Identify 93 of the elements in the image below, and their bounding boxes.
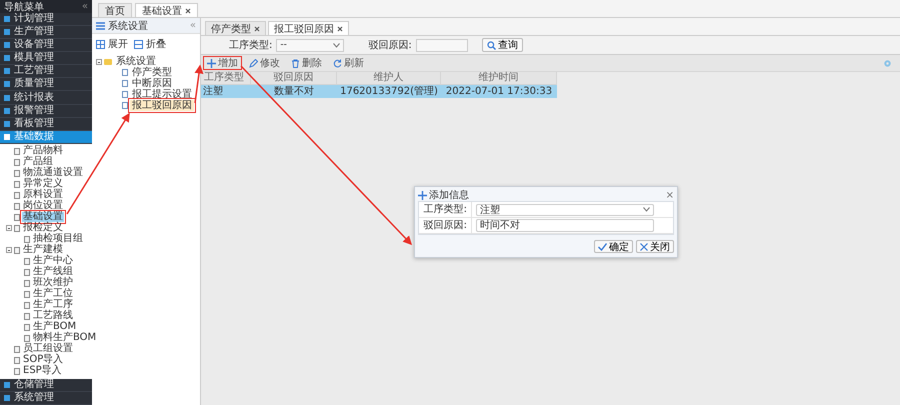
- column-header[interactable]: 维护时间: [441, 72, 557, 84]
- tab[interactable]: 报工驳回原因: [268, 21, 349, 35]
- field-label: 工序类型:: [229, 38, 272, 52]
- menu-item[interactable]: 报警管理: [0, 104, 92, 118]
- check-icon: [598, 242, 607, 250]
- dialog-title: 添加信息: [429, 188, 469, 202]
- tree-item[interactable]: 生产线组: [32, 267, 74, 278]
- menu-icon: [4, 94, 10, 100]
- column-header[interactable]: 工序类型: [201, 72, 251, 84]
- tree-item[interactable]: 生产中心: [32, 256, 74, 266]
- panel-title: 系统设置: [108, 20, 148, 32]
- tree-item[interactable]: SOP导入: [22, 355, 64, 366]
- confirm-button[interactable]: 确定: [594, 240, 633, 253]
- column-header[interactable]: 维护人: [337, 72, 441, 84]
- tree-item[interactable]: 生产建模: [22, 245, 64, 256]
- search-button[interactable]: 查询: [482, 38, 523, 52]
- close-icon[interactable]: [254, 26, 260, 32]
- table-cell-text: 17620133792(管理): [339, 85, 439, 98]
- add-button[interactable]: 增加: [203, 56, 242, 70]
- tree-item[interactable]: 报检定义: [22, 223, 64, 234]
- close-icon[interactable]: [337, 26, 343, 32]
- field-label: 工序类型:: [419, 202, 472, 217]
- tree-item[interactable]: 生产工序: [32, 300, 74, 310]
- close-button[interactable]: 关闭: [636, 240, 674, 253]
- input-field[interactable]: 时间不对: [476, 219, 654, 232]
- tree-item[interactable]: 中断原因: [130, 78, 174, 89]
- tree-item[interactable]: 生产BOM: [32, 322, 78, 332]
- column-header[interactable]: 驳回原因: [251, 72, 337, 84]
- folder-icon: [104, 58, 112, 64]
- sidebar-title: 导航菜单: [4, 0, 44, 12]
- tree-item[interactable]: 报工驳回原因: [130, 100, 194, 111]
- tree-item[interactable]: 原料设置: [22, 190, 64, 200]
- tree-item[interactable]: 系统设置: [114, 56, 158, 67]
- grid-icon: [134, 40, 143, 48]
- tree-item[interactable]: 异常定义: [22, 179, 64, 190]
- tree-item[interactable]: 员工组设置: [22, 344, 74, 354]
- tree-item[interactable]: 基础设置: [22, 212, 64, 222]
- close-button[interactable]: ×: [666, 190, 674, 200]
- minus-icon[interactable]: [6, 247, 12, 254]
- menu-item[interactable]: 系统管理: [0, 392, 92, 405]
- close-icon: [640, 242, 648, 250]
- table-row[interactable]: 注塑 数量不对 17620133792(管理) 2022-07-01 17:30:33: [201, 85, 557, 98]
- tree-item[interactable]: 报工提示设置: [130, 89, 194, 100]
- refresh-button[interactable]: 刷新: [329, 56, 368, 70]
- field-label: 驳回原因:: [419, 218, 472, 233]
- tree-item[interactable]: ESP导入: [22, 366, 63, 376]
- expand-button[interactable]: 展开: [96, 37, 128, 51]
- menu-item[interactable]: 基础数据: [0, 130, 92, 144]
- tree-item[interactable]: 工艺路线: [32, 311, 74, 322]
- annotation-arrow: [194, 64, 204, 104]
- trash-icon: [291, 58, 300, 68]
- delete-button[interactable]: 删除: [287, 56, 326, 70]
- pencil-icon: [249, 58, 258, 68]
- select-field[interactable]: --: [276, 38, 344, 52]
- tab[interactable]: 停产类型: [205, 21, 266, 35]
- tree-item[interactable]: 物料生产BOM: [32, 333, 98, 344]
- menu-item[interactable]: 仓储管理: [0, 378, 92, 392]
- menu-item[interactable]: 设备管理: [0, 39, 92, 52]
- table-cell-text: 2022-07-01 17:30:33: [444, 85, 554, 98]
- tree-item[interactable]: 岗位设置: [22, 201, 64, 212]
- tree-item[interactable]: 生产工位: [32, 289, 74, 300]
- tree-item[interactable]: 班次维护: [32, 278, 74, 288]
- table-cell-text: 数量不对: [273, 85, 315, 98]
- close-icon[interactable]: [185, 8, 191, 14]
- menu-item[interactable]: 质量管理: [0, 78, 92, 92]
- menu-item[interactable]: 统计报表: [0, 91, 92, 105]
- tab[interactable]: 首页: [98, 3, 132, 17]
- field-label: 驳回原因:: [368, 39, 412, 52]
- minus-icon[interactable]: [6, 225, 12, 232]
- tree-item[interactable]: 产品组: [22, 157, 54, 168]
- edit-button[interactable]: 修改: [245, 56, 284, 70]
- grid-icon: [96, 40, 105, 48]
- list-icon: [96, 22, 105, 30]
- plus-icon: [418, 190, 427, 200]
- collapse-all-button[interactable]: 折叠: [134, 37, 166, 51]
- menu-item[interactable]: 生产管理: [0, 26, 92, 40]
- tab[interactable]: 基础设置: [135, 3, 198, 17]
- tree-item[interactable]: 抽检项目组: [32, 234, 84, 244]
- plus-icon: [207, 58, 216, 68]
- select-field[interactable]: 注塑: [476, 204, 654, 216]
- tree-item[interactable]: 停产类型: [130, 67, 174, 78]
- collapse-button[interactable]: «: [82, 1, 88, 12]
- caret-icon: [643, 207, 650, 212]
- input-field[interactable]: [416, 38, 468, 52]
- menu-item[interactable]: 模具管理: [0, 52, 92, 66]
- menu-item[interactable]: 工艺管理: [0, 65, 92, 78]
- minus-icon[interactable]: [96, 58, 102, 64]
- search-icon: [486, 40, 496, 50]
- refresh-icon: [333, 58, 342, 68]
- table-cell-text: 注塑: [202, 85, 224, 98]
- tree-item[interactable]: 物流通道设置: [22, 168, 84, 178]
- tree-item[interactable]: 产品物料: [22, 146, 64, 156]
- caret-icon: [333, 42, 340, 48]
